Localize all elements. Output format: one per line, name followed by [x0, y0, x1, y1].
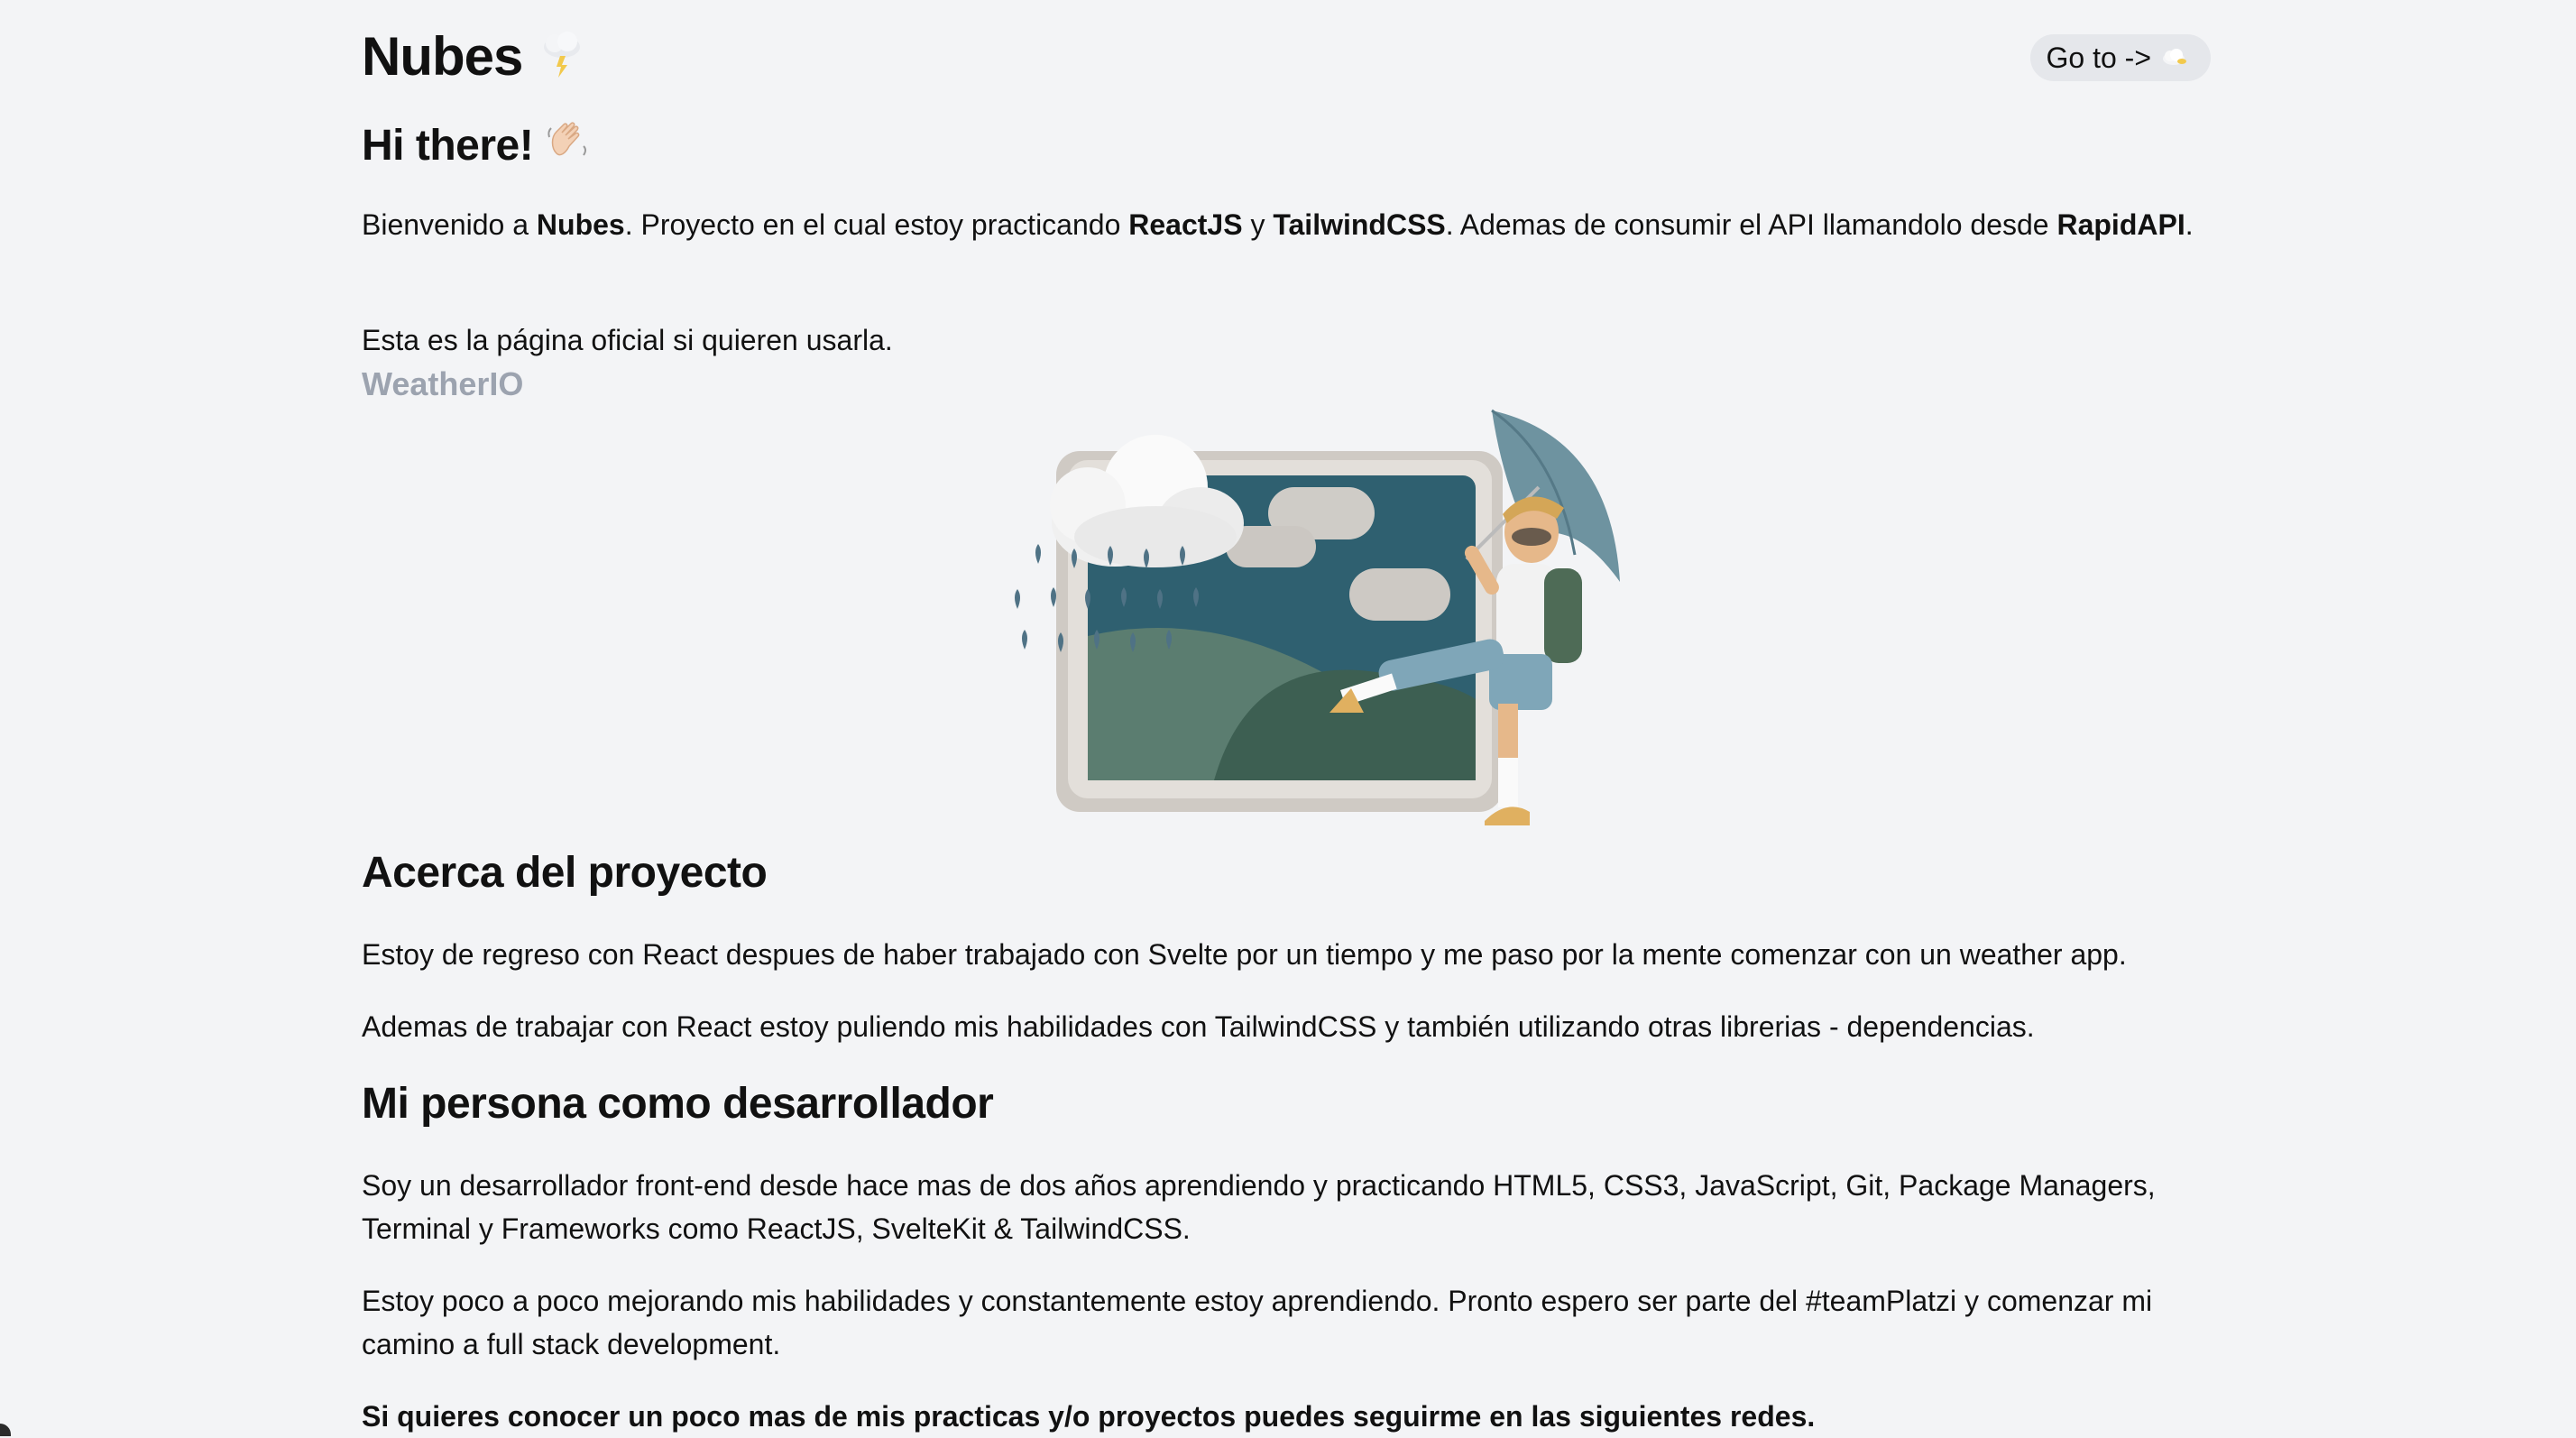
about-paragraph-2: Ademas de trabajar con React estoy pulie…	[362, 1010, 2035, 1043]
intro-text-tailwind: TailwindCSS	[1273, 208, 1446, 241]
weatherio-link[interactable]: WeatherIO	[362, 365, 523, 403]
intro-heading: Hi there!	[362, 117, 591, 174]
intro-text-a: Bienvenido a	[362, 208, 537, 241]
dev-paragraph-3: Si quieres conocer un poco mas de mis pr…	[362, 1400, 1816, 1433]
about-paragraph-1: Estoy de regreso con React despues de ha…	[362, 938, 2127, 971]
intro-text-nubes: Nubes	[536, 208, 625, 241]
goto-button[interactable]: Go to ->	[2029, 34, 2211, 81]
goto-label: Go to ->	[2046, 41, 2152, 74]
app-title[interactable]: Nubes	[362, 25, 589, 88]
about-heading: Acerca del proyecto	[362, 849, 768, 897]
app-title-text: Nubes	[362, 26, 523, 87]
intro-text-reactjs: ReactJS	[1128, 208, 1243, 241]
weather-illustration	[998, 401, 1647, 853]
intro-text-g: . Ademas de consumir el API llamandolo d…	[1445, 208, 2057, 241]
intro-paragraph-1: Bienvenido a Nubes. Proyecto en el cual …	[362, 203, 2211, 246]
cloud-icon	[2160, 41, 2187, 75]
dev-paragraph-2: Estoy poco a poco mejorando mis habilida…	[362, 1285, 2153, 1360]
intro-heading-text: Hi there!	[362, 122, 534, 170]
window-corner	[0, 1424, 11, 1436]
cloud-lightning-icon	[535, 25, 589, 88]
intro-text-rapidapi: RapidAPI	[2056, 208, 2185, 241]
intro-text-c: . Proyecto en el cual estoy practicando	[624, 208, 1129, 241]
dev-heading: Mi persona como desarrollador	[362, 1080, 994, 1128]
intro-text-e: y	[1242, 208, 1274, 241]
intro-text-i: .	[2185, 208, 2194, 241]
dev-paragraph-1: Soy un desarrollador front-end desde hac…	[362, 1169, 2156, 1245]
top-bar: Nubes Go to ->	[362, 25, 2211, 97]
intro-paragraph-2: Esta es la página oficial si quieren usa…	[362, 324, 893, 356]
waving-hand-icon	[544, 117, 591, 174]
